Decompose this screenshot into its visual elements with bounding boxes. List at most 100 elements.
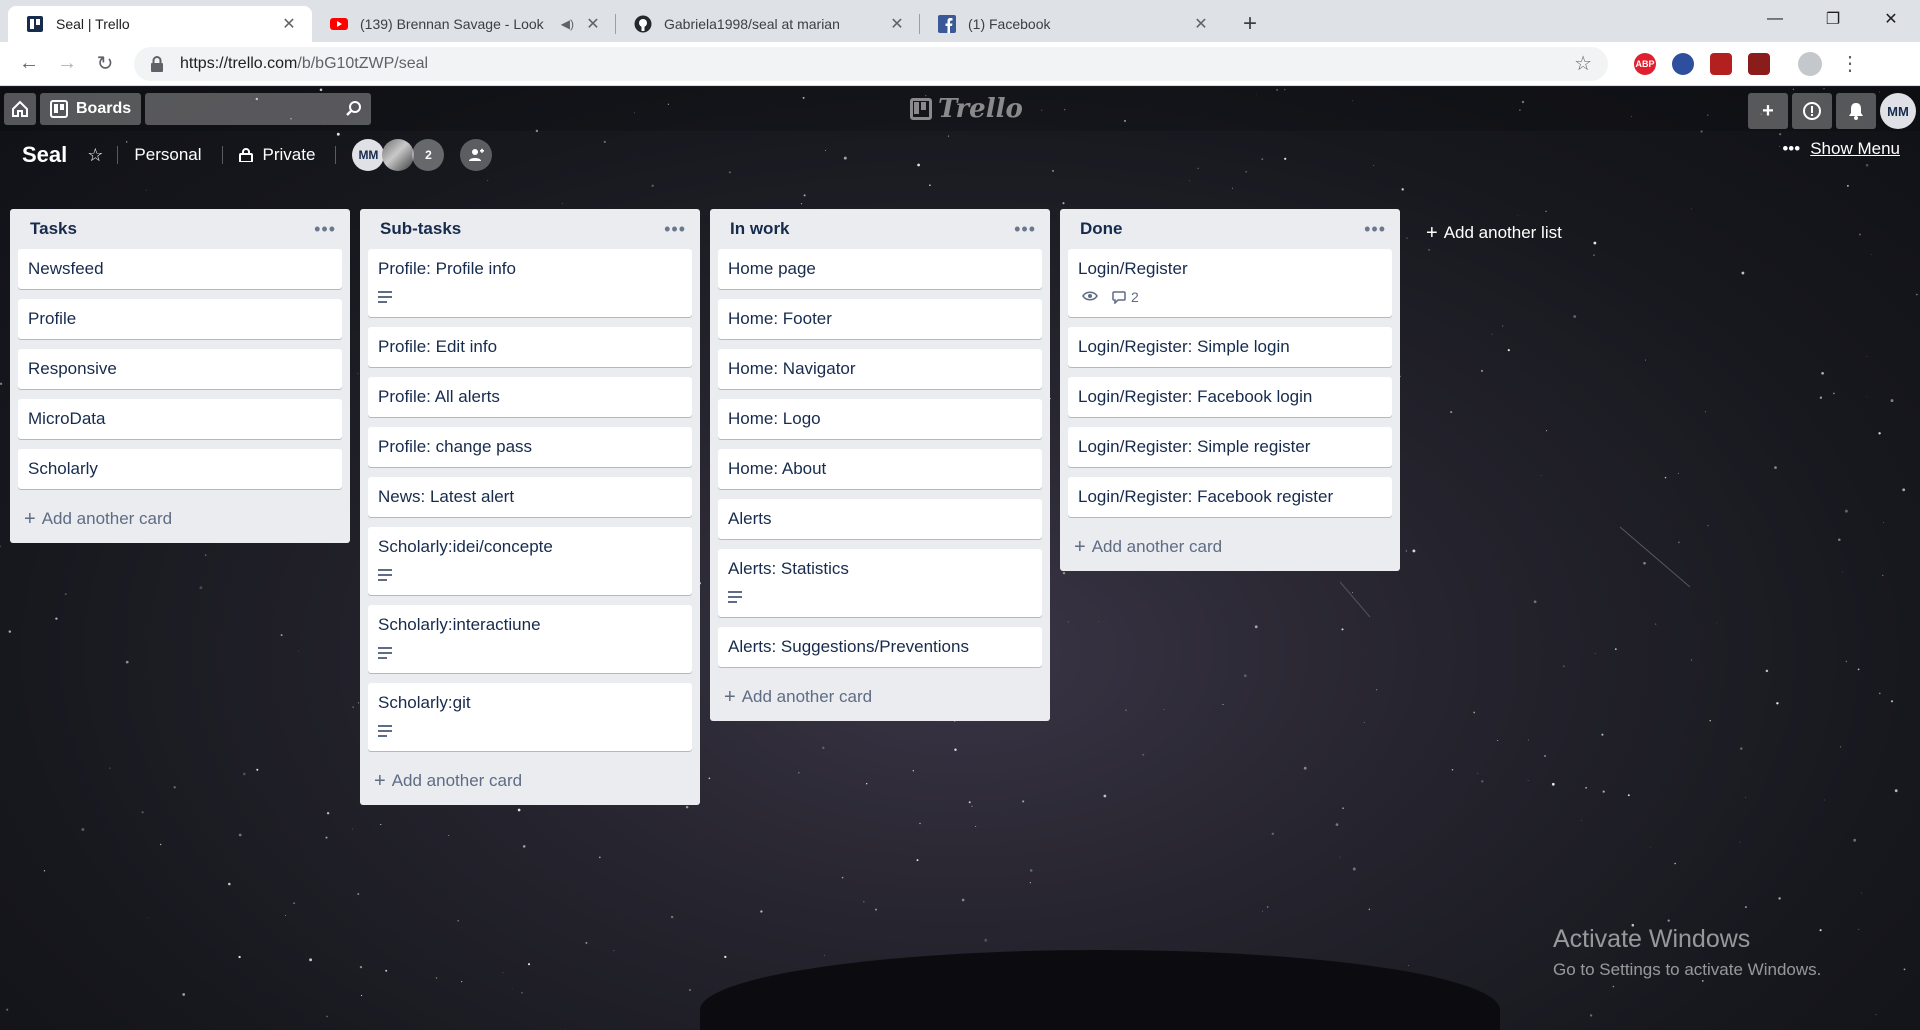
card[interactable]: Home: Logo	[718, 399, 1042, 439]
maximize-button[interactable]: ❐	[1804, 0, 1862, 38]
screenshot-extension-icon[interactable]	[1710, 52, 1732, 75]
card[interactable]: Alerts	[718, 499, 1042, 539]
forward-button[interactable]: →	[48, 47, 86, 81]
address-bar[interactable]: https://trello.com/b/bG10tZWP/seal ☆	[134, 46, 1608, 81]
browser-tab[interactable]: (139) Brennan Savage - Look ◀) ✕	[312, 6, 616, 42]
create-button[interactable]: +	[1748, 93, 1788, 129]
add-card-button[interactable]: + Add another card	[18, 499, 342, 539]
comment-icon	[1112, 290, 1126, 304]
comment-count: 2	[1131, 289, 1139, 305]
add-card-button[interactable]: + Add another card	[718, 677, 1042, 717]
card[interactable]: Alerts: Suggestions/Preventions	[718, 627, 1042, 667]
board-title[interactable]: Seal	[22, 142, 67, 168]
divider	[117, 146, 119, 164]
card[interactable]: Profile: All alerts	[368, 377, 692, 417]
browser-menu-icon[interactable]: ⋮	[1840, 51, 1860, 76]
description-icon	[378, 569, 392, 581]
close-tab-icon[interactable]: ✕	[1192, 15, 1210, 33]
card[interactable]: MicroData	[18, 399, 342, 439]
list-title[interactable]: Tasks	[30, 219, 77, 239]
info-icon	[1803, 102, 1821, 120]
plus-icon: +	[724, 685, 736, 708]
card[interactable]: Newsfeed	[18, 249, 342, 289]
info-button[interactable]	[1792, 93, 1832, 129]
card[interactable]: Alerts: Statistics	[718, 549, 1042, 617]
tab-list: Seal | Trello ✕ (139) Brennan Savage - Loo…	[8, 6, 1224, 42]
list-done[interactable]: Done ••• Login/Register 2 Login/Register: Si…	[1060, 209, 1400, 571]
card[interactable]: News: Latest alert	[368, 477, 692, 517]
header-actions: + MM	[1748, 93, 1916, 129]
card[interactable]: Login/Register: Facebook login	[1068, 377, 1392, 417]
visibility-button[interactable]: Private	[229, 139, 326, 171]
notifications-button[interactable]	[1836, 93, 1876, 129]
add-card-button[interactable]: + Add another card	[368, 761, 692, 801]
list-title[interactable]: In work	[730, 219, 790, 239]
tab-title: (1) Facebook	[968, 16, 1051, 32]
browser-tab[interactable]: Seal | Trello ✕	[8, 6, 312, 42]
list-sub-tasks[interactable]: Sub-tasks ••• Profile: Profile info Profile…	[360, 209, 700, 805]
add-card-button[interactable]: + Add another card	[1068, 527, 1392, 567]
minimize-button[interactable]: —	[1746, 0, 1804, 38]
reload-button[interactable]: ↻	[86, 47, 124, 81]
member-avatar-photo[interactable]	[382, 139, 415, 171]
close-tab-icon[interactable]: ✕	[888, 15, 906, 33]
search-input[interactable]	[145, 93, 372, 125]
team-label: Personal	[134, 145, 202, 164]
bookmark-star-icon[interactable]: ☆	[1574, 51, 1592, 76]
search-icon	[346, 101, 362, 116]
plus-icon: +	[374, 769, 386, 792]
extensions-area: ABP	[1634, 52, 1770, 75]
card[interactable]: Login/Register: Simple register	[1068, 427, 1392, 467]
list-title[interactable]: Done	[1080, 219, 1123, 239]
add-list-button[interactable]: + Add another list	[1410, 209, 1700, 257]
team-button[interactable]: Personal	[124, 139, 211, 171]
list-tasks[interactable]: Tasks ••• Newsfeed Profile Responsive MicroDa…	[10, 209, 350, 543]
card[interactable]: Login/Register 2	[1068, 249, 1392, 317]
card[interactable]: Profile: Profile info	[368, 249, 692, 317]
divider	[221, 146, 223, 164]
card[interactable]: Home: About	[718, 449, 1042, 489]
list-menu-icon[interactable]: •••	[314, 219, 336, 240]
card[interactable]: Login/Register: Facebook register	[1068, 477, 1392, 517]
card[interactable]: Scholarly:idei/concepte	[368, 527, 692, 595]
show-menu-button[interactable]: ••• Show Menu	[1782, 139, 1900, 159]
trello-logo[interactable]: Trello	[910, 94, 1023, 124]
list-menu-icon[interactable]: •••	[1364, 219, 1386, 240]
card[interactable]: Home: Footer	[718, 299, 1042, 339]
card[interactable]: Responsive	[18, 349, 342, 389]
back-button[interactable]: ←	[10, 47, 48, 81]
card[interactable]: Home page	[718, 249, 1042, 289]
card[interactable]: Profile	[18, 299, 342, 339]
list-header: Tasks •••	[18, 209, 342, 249]
close-tab-icon[interactable]: ✕	[584, 15, 602, 33]
list-menu-icon[interactable]: •••	[664, 219, 686, 240]
plus-icon: +	[1074, 535, 1086, 558]
close-tab-icon[interactable]: ✕	[280, 15, 298, 33]
close-window-button[interactable]: ✕	[1862, 0, 1920, 38]
card[interactable]: Scholarly:git	[368, 683, 692, 751]
user-avatar[interactable]: MM	[1880, 93, 1916, 129]
profile-avatar[interactable]	[1798, 51, 1822, 76]
adblock-icon[interactable]: ABP	[1634, 52, 1656, 75]
audio-playing-icon[interactable]: ◀)	[561, 17, 574, 31]
member-avatar-mm[interactable]: MM	[352, 139, 385, 171]
list-title[interactable]: Sub-tasks	[380, 219, 461, 239]
list-menu-icon[interactable]: •••	[1014, 219, 1036, 240]
card[interactable]: Login/Register: Simple login	[1068, 327, 1392, 367]
card[interactable]: Profile: Edit info	[368, 327, 692, 367]
browser-tab[interactable]: (1) Facebook ✕	[920, 6, 1224, 42]
grammar-extension-icon[interactable]	[1672, 52, 1694, 75]
star-board-icon[interactable]: ☆	[87, 145, 103, 166]
card[interactable]: Scholarly	[18, 449, 342, 489]
browser-tab[interactable]: Gabriela1998/seal at marian ✕	[616, 6, 920, 42]
new-tab-button[interactable]: +	[1232, 6, 1268, 42]
home-button[interactable]	[4, 93, 36, 125]
card[interactable]: Profile: change pass	[368, 427, 692, 467]
invite-member-button[interactable]	[460, 139, 493, 171]
boards-button[interactable]: Boards	[40, 93, 142, 125]
card[interactable]: Home: Navigator	[718, 349, 1042, 389]
color-picker-extension-icon[interactable]	[1748, 52, 1770, 75]
list-in-work[interactable]: In work ••• Home page Home: Footer Home: Nav…	[710, 209, 1050, 721]
card[interactable]: Scholarly:interactiune	[368, 605, 692, 673]
members-extra-count[interactable]: 2	[412, 139, 445, 171]
